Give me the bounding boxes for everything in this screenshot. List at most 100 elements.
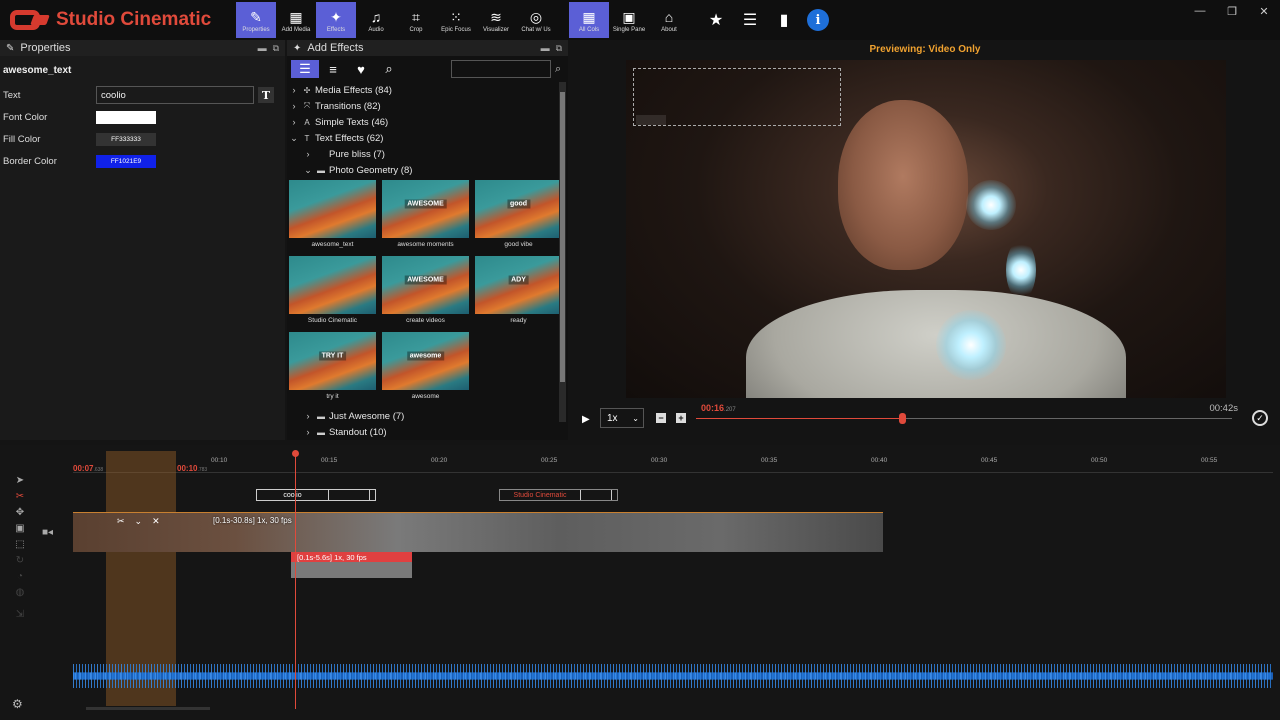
window-controls: — ❐ ✕ xyxy=(1184,0,1280,22)
new-file-button[interactable]: ▮ xyxy=(767,2,801,38)
text-selection-box[interactable] xyxy=(633,68,841,126)
folder-thumb-icon: ▬ xyxy=(317,411,325,421)
image-tool-icon[interactable]: ▣ xyxy=(12,523,28,536)
effect-thumbnail[interactable]: awesome_text xyxy=(289,180,376,254)
fill-color-swatch[interactable]: FF333333 xyxy=(96,132,156,146)
effect-thumbnail[interactable]: AWESOME create videos xyxy=(382,256,469,330)
effect-thumbnail[interactable]: AWESOME awesome moments xyxy=(382,180,469,254)
pointer-tool-icon[interactable]: ➤ xyxy=(12,475,28,488)
effects-title: Add Effects xyxy=(307,42,364,54)
close-icon[interactable]: ✕ xyxy=(152,516,160,527)
tool-properties-button[interactable]: ✎ Properties xyxy=(236,2,276,38)
minimize-button[interactable]: — xyxy=(1184,0,1216,22)
timeline-ruler[interactable]: 00:07.638 00:10.783 00:10 00:15 00:20 00:25… xyxy=(73,453,1273,473)
sparkler-glow xyxy=(1006,240,1036,300)
effect-thumbnail[interactable]: awesome awesome xyxy=(382,332,469,406)
seek-handle[interactable] xyxy=(899,413,907,424)
speed-tool-icon[interactable]: ◔ xyxy=(12,571,28,584)
move-tool-icon[interactable]: ✥ xyxy=(12,507,28,520)
video-clip[interactable]: ✂ ⌄ ✕ [0.1s-30.8s] 1x, 30 fps xyxy=(73,512,883,552)
effects-scroll-thumb[interactable] xyxy=(560,92,565,382)
effect-overlay-text: AWESOME xyxy=(404,199,447,209)
chevron-right-icon[interactable]: › xyxy=(287,101,301,111)
scissors-tool-icon[interactable]: ✂ xyxy=(12,491,28,504)
tool-crop-button[interactable]: ⌗ Crop xyxy=(396,2,436,38)
zoom-out-button[interactable]: − xyxy=(656,413,666,423)
zoom-in-button[interactable]: + xyxy=(676,413,686,423)
tool-label: Chat w/ Us xyxy=(521,26,551,33)
timeline-horizontal-scrollbar[interactable] xyxy=(86,707,210,710)
layout-single-pane-button[interactable]: ▣ Single Pane xyxy=(609,2,649,38)
text-clip-studio-cinematic[interactable]: Studio Cinematic xyxy=(499,489,618,501)
text-clip-coolio[interactable]: coolio xyxy=(256,489,376,501)
effects-popout-button[interactable]: ⧉ xyxy=(556,43,562,54)
chevron-right-icon[interactable]: › xyxy=(287,85,301,95)
effect-thumbnail[interactable]: TRY IT try it xyxy=(289,332,376,406)
restore-button[interactable]: ❐ xyxy=(1216,0,1248,22)
tool-audio-button[interactable]: ♫ Audio xyxy=(356,2,396,38)
chevron-right-icon[interactable]: › xyxy=(301,411,315,421)
speed-value: 1x xyxy=(607,412,618,424)
chevron-down-icon[interactable]: ⌄ xyxy=(287,133,301,144)
search-button[interactable]: ⌕ xyxy=(375,60,403,78)
effect-thumbnail[interactable]: Studio Cinematic xyxy=(289,256,376,330)
select-box-tool-icon[interactable]: ⬚ xyxy=(12,539,28,552)
filter-tool-icon[interactable]: ◍ xyxy=(12,587,28,600)
tree-item[interactable]: ⌄ T Text Effects (62) xyxy=(287,130,568,146)
close-window-button[interactable]: ✕ xyxy=(1248,0,1280,22)
effects-scrollbar[interactable] xyxy=(559,82,566,422)
list-view-button[interactable]: ☰ xyxy=(291,60,319,78)
tree-item[interactable]: › ▬ Standout (10) xyxy=(287,424,568,438)
panel-popout-button[interactable]: ⧉ xyxy=(273,43,279,54)
sparkler-glow xyxy=(966,180,1016,230)
chevron-right-icon[interactable]: › xyxy=(301,149,315,159)
tree-item[interactable]: › A Simple Texts (46) xyxy=(287,114,568,130)
tree-item[interactable]: › Pure bliss (7) xyxy=(287,146,568,162)
effect-thumbnail[interactable]: ADY ready xyxy=(475,256,562,330)
effects-search-input[interactable] xyxy=(451,60,551,78)
cut-icon[interactable]: ✂ xyxy=(117,516,125,527)
tool-effects-button[interactable]: ✦ Effects xyxy=(316,2,356,38)
tree-item[interactable]: › ▬ Just Awesome (7) xyxy=(287,408,568,424)
tree-item[interactable]: ⌄ ▬ Photo Geometry (8) xyxy=(287,162,568,178)
layout-about-button[interactable]: ⌂ About xyxy=(649,2,689,38)
seek-bar[interactable] xyxy=(696,413,1232,424)
favorite-folder-button[interactable]: ★ xyxy=(699,2,733,38)
effects-minimize-button[interactable]: ▬ xyxy=(541,43,550,54)
panel-minimize-button[interactable]: ▬ xyxy=(258,43,267,54)
star-folder-icon: ★ xyxy=(708,12,724,29)
text-input[interactable] xyxy=(96,86,254,104)
tool-epic-focus-button[interactable]: ⁙ Epic Focus xyxy=(436,2,476,38)
play-button[interactable]: ▶ xyxy=(582,414,590,425)
border-color-swatch[interactable]: FF1021E9 xyxy=(96,154,156,168)
overlay-video-clip[interactable]: [0.1s-5.6s] 1x, 30 fps xyxy=(291,552,412,578)
tool-chat-w-us-button[interactable]: ◎ Chat w/ Us xyxy=(516,2,556,38)
tree-item[interactable]: › ✣ Media Effects (84) xyxy=(287,82,568,98)
done-check-button[interactable]: ✓ xyxy=(1252,410,1268,426)
chevron-down-icon[interactable]: ⌄ xyxy=(301,165,315,176)
speed-select[interactable]: 1x ⌄ xyxy=(600,408,644,428)
font-color-swatch[interactable] xyxy=(96,110,156,124)
chevron-right-icon[interactable]: › xyxy=(287,117,301,127)
text-format-button[interactable]: T xyxy=(258,87,274,103)
info-button[interactable]: i xyxy=(801,2,835,38)
layout-all-cols-button[interactable]: ▦ All Cols xyxy=(569,2,609,38)
rotate-tool-icon[interactable]: ↻ xyxy=(12,555,28,568)
tool-visualizer-button[interactable]: ≋ Visualizer xyxy=(476,2,516,38)
playhead-handle[interactable] xyxy=(292,450,299,457)
audio-waveform[interactable] xyxy=(73,664,1273,688)
export-tool-icon[interactable]: ⇲ xyxy=(12,609,28,622)
ruler-tick-label: 00:30 xyxy=(650,457,668,464)
timeline-playhead[interactable] xyxy=(295,451,296,709)
chevron-down-icon[interactable]: ⌄ xyxy=(135,516,143,527)
effect-thumbnail[interactable]: good good vibe xyxy=(475,180,562,254)
favorites-button[interactable]: ♥ xyxy=(347,60,375,78)
feedback-button[interactable]: ☰ xyxy=(733,2,767,38)
tree-item[interactable]: › ⤧ Transitions (82) xyxy=(287,98,568,114)
tool-label: Properties xyxy=(242,26,270,33)
sort-button[interactable]: ≡ xyxy=(319,60,347,78)
settings-gear-icon[interactable]: ⚙ xyxy=(12,697,23,711)
tool-add-media-button[interactable]: ▦ Add Media xyxy=(276,2,316,38)
chevron-right-icon[interactable]: › xyxy=(301,427,315,437)
video-canvas[interactable] xyxy=(626,60,1226,398)
